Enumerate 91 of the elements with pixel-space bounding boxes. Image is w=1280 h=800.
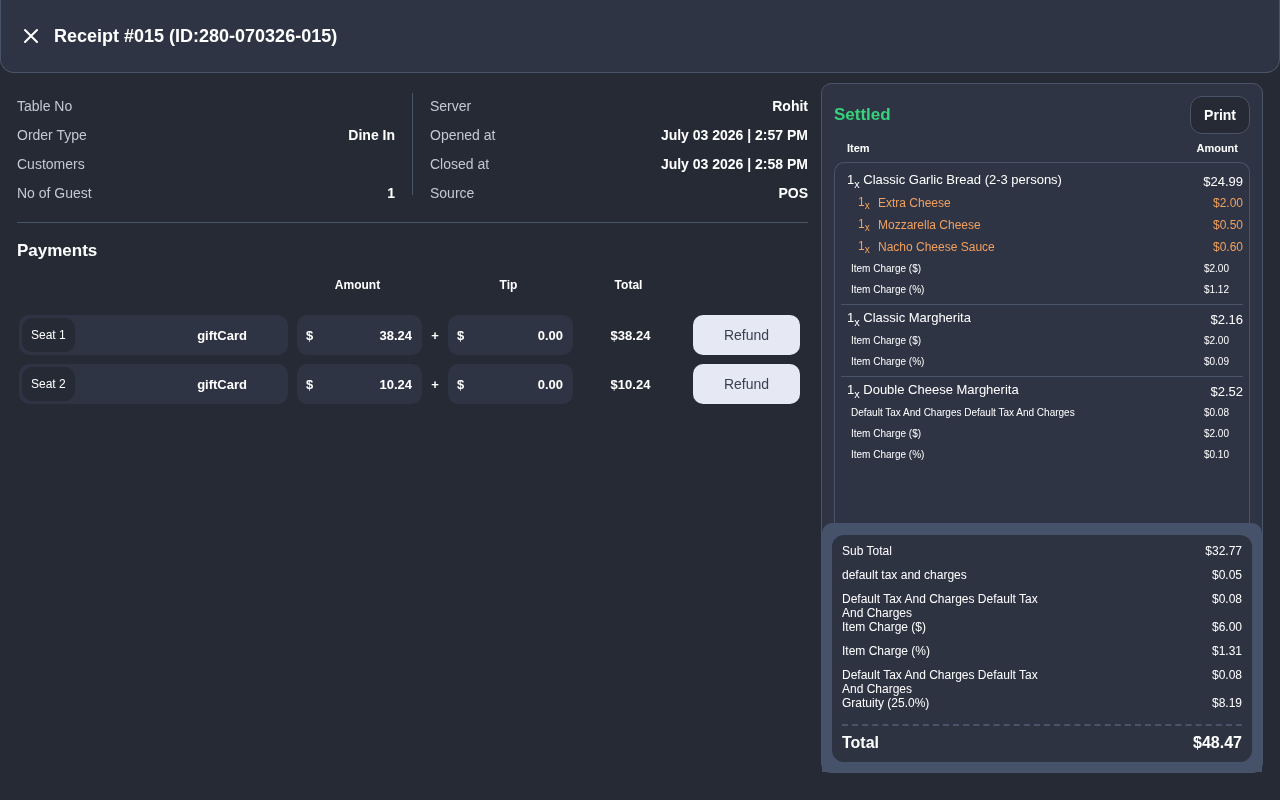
amount-value: 10.24 xyxy=(379,376,412,392)
currency-symbol: $ xyxy=(457,376,465,392)
column-header: Amount xyxy=(333,278,382,292)
order-status: Settled xyxy=(834,105,891,125)
detail-label: No of Guest xyxy=(17,184,92,201)
amount-value: 38.24 xyxy=(379,327,412,343)
detail-value: POS xyxy=(778,184,808,201)
modifier-quantity: 1$_{x}$ xyxy=(858,216,871,234)
tip-field[interactable]: $ 0.00 xyxy=(448,315,573,355)
charge-label: Default Tax And Charges Default Tax And Charges xyxy=(851,407,1075,418)
summary-label: Item Charge (%) xyxy=(842,644,931,658)
plus-sign: + xyxy=(430,376,440,392)
summary-amount: $32.77 xyxy=(1205,544,1242,558)
summary-amount: $1.31 xyxy=(1211,644,1242,658)
modifier-price: $2.00 xyxy=(1212,196,1243,210)
modifier-quantity: 1$_{x}$ xyxy=(858,238,871,256)
amount-field[interactable]: $ 38.24 xyxy=(297,315,422,355)
currency-symbol: $ xyxy=(306,327,314,343)
modifier-name: Extra Cheese xyxy=(878,196,952,210)
detail-label: Closed at xyxy=(430,155,490,172)
charge-amount: $2.00 xyxy=(1203,263,1229,274)
tip-field[interactable]: $ 0.00 xyxy=(448,364,573,404)
plus-sign: + xyxy=(430,327,440,343)
summary-label: default tax and charges xyxy=(842,568,967,582)
payment-method: giftCard xyxy=(197,327,247,343)
summary-label: Gratuity (25.0%) xyxy=(842,696,930,710)
column-header: Amount xyxy=(1196,142,1238,154)
column-header: Tip xyxy=(498,278,519,292)
charge-amount: $0.08 xyxy=(1203,407,1229,418)
modifier-price: $0.60 xyxy=(1212,240,1243,254)
payment-total: $10.24 xyxy=(609,376,652,392)
summary-amount: $6.00 xyxy=(1211,620,1242,634)
modifier-name: Nacho Cheese Sauce xyxy=(878,240,996,254)
charge-amount: $2.00 xyxy=(1203,335,1229,346)
seat-badge: Seat 2 xyxy=(22,367,75,401)
amount-field[interactable]: $ 10.24 xyxy=(297,364,422,404)
receipt-title: Receipt #015 (ID:280-070326-015) xyxy=(54,25,338,47)
detail-label: Opened at xyxy=(430,126,496,143)
charge-amount: $2.00 xyxy=(1203,428,1229,439)
modifier-name: Mozzarella Cheese xyxy=(878,218,982,232)
detail-value: 1 xyxy=(387,184,395,201)
print-button[interactable]: Print xyxy=(1190,96,1250,134)
refund-button[interactable]: Refund xyxy=(693,315,800,355)
total-label: Total xyxy=(842,734,880,752)
summary-label: Item Charge ($) xyxy=(842,620,927,634)
detail-label: Server xyxy=(430,97,472,114)
charge-label: Item Charge (%) xyxy=(851,449,925,460)
charge-amount: $0.09 xyxy=(1203,356,1229,367)
currency-symbol: $ xyxy=(457,327,465,343)
payments-heading: Payments xyxy=(17,241,99,261)
summary-label: Default Tax And Charges Default Tax And Charges xyxy=(842,668,1039,696)
modifier-quantity: 1$_{x}$ xyxy=(858,194,871,212)
tip-value: 0.00 xyxy=(537,327,563,343)
tip-value: 0.00 xyxy=(537,376,563,392)
refund-button[interactable]: Refund xyxy=(693,364,800,404)
total-amount: $48.47 xyxy=(1193,734,1242,752)
item-price: $24.99 xyxy=(1203,173,1243,189)
detail-value: July 03 2026 | 2:58 PM xyxy=(660,155,808,172)
charge-label: Item Charge (%) xyxy=(851,356,925,367)
summary-amount: $0.08 xyxy=(1211,592,1242,606)
modifier-price: $0.50 xyxy=(1212,218,1243,232)
detail-value: Dine In xyxy=(348,126,395,143)
detail-value: July 03 2026 | 2:57 PM xyxy=(660,126,808,143)
charge-amount: $0.10 xyxy=(1203,449,1229,460)
charge-label: Item Charge ($) xyxy=(851,428,922,439)
summary-label: Sub Total xyxy=(842,544,892,558)
summary-amount: $0.08 xyxy=(1211,668,1242,682)
seat-badge: Seat 1 xyxy=(22,318,75,352)
payment-method: giftCard xyxy=(197,376,247,392)
charge-label: Item Charge (%) xyxy=(851,284,925,295)
detail-label: Source xyxy=(430,184,475,201)
summary-amount: $0.05 xyxy=(1211,568,1242,582)
payment-total: $38.24 xyxy=(609,327,652,343)
item-price: $2.52 xyxy=(1210,383,1243,399)
detail-label: Order Type xyxy=(17,126,87,143)
item-name: 1$_{x}$ Classic Garlic Bread (2-3 persons) xyxy=(847,172,1062,190)
close-icon[interactable] xyxy=(23,28,39,44)
detail-label: Table No xyxy=(17,97,73,114)
charge-amount: $1.12 xyxy=(1203,284,1229,295)
summary-amount: $8.19 xyxy=(1211,696,1242,710)
column-header: Total xyxy=(613,278,644,292)
detail-label: Customers xyxy=(17,155,85,172)
item-name: 1$_{x}$ Double Cheese Margherita xyxy=(847,382,1019,400)
summary-label: Default Tax And Charges Default Tax And Charges xyxy=(842,592,1039,620)
column-header: Item xyxy=(847,142,870,154)
charge-label: Item Charge ($) xyxy=(851,335,922,346)
detail-value: Rohit xyxy=(772,97,808,114)
currency-symbol: $ xyxy=(306,376,314,392)
item-price: $2.16 xyxy=(1210,311,1243,327)
charge-label: Item Charge ($) xyxy=(851,263,922,274)
item-name: 1$_{x}$ Classic Margherita xyxy=(847,310,971,328)
